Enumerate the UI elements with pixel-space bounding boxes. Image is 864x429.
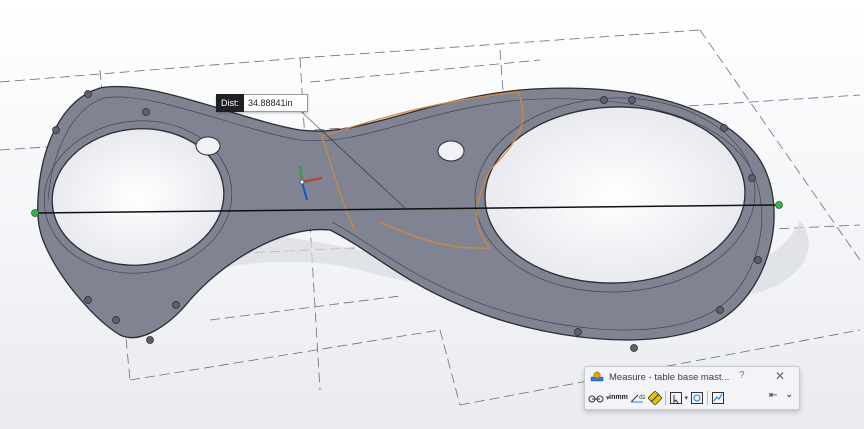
distance-label: Dist: [216,94,244,112]
small-hole-right [437,140,465,162]
toolbar-separator [707,390,709,405]
measure-panel-titlebar[interactable]: Measure - table base mast... ? ✕ [585,367,799,387]
measure-panel-title: Measure - table base mast... [609,371,730,383]
point-to-point-icon[interactable] [647,389,662,406]
projection-dropdown[interactable]: ▾ [685,394,689,402]
sensor-icon[interactable] [711,389,725,406]
units-precision-button[interactable]: in mm [609,389,628,406]
pin-button[interactable]: ⇤ [769,390,777,401]
measure-endpoint-right[interactable] [775,201,783,209]
expand-button[interactable]: ⌄ [785,389,793,400]
measure-endpoint-left[interactable] [31,209,39,217]
help-button[interactable]: ? [739,370,745,381]
projection-icon[interactable] [669,389,683,406]
cad-viewport[interactable] [0,0,864,429]
close-button[interactable]: ✕ [775,369,785,383]
distance-callout: Dist: 34.88841in [216,94,308,112]
svg-text:dz: dz [639,394,645,401]
history-icon[interactable] [690,389,704,406]
distance-value: 34.88841in [244,94,308,112]
show-xyz-icon[interactable]: dz [629,389,645,406]
measure-tool-icon [590,371,604,382]
toolbar-separator [664,390,666,405]
small-hole-left [195,136,221,156]
table-base-part[interactable] [37,85,775,352]
measure-panel[interactable]: Measure - table base mast... ? ✕ ▾ in mm … [584,366,800,410]
arc-center-icon[interactable] [588,389,604,406]
measure-toolbar: ▾ in mm dz ▾ ⇤ ⌄ [588,388,796,407]
